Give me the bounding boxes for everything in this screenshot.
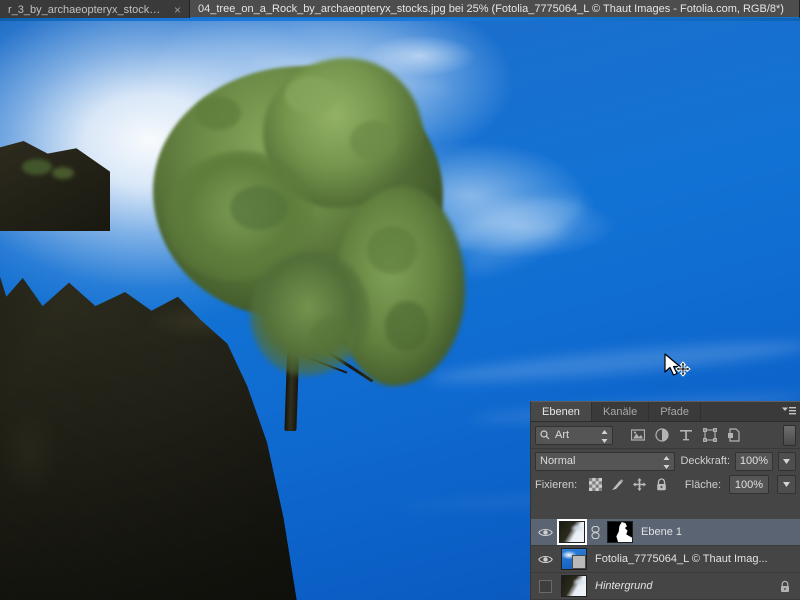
layer-name[interactable]: Hintergrund [595, 580, 779, 592]
layer-locked-icon [781, 580, 789, 592]
foliage-cluster [350, 121, 398, 161]
shrub [52, 167, 74, 179]
filter-pixel-icon[interactable] [631, 428, 645, 442]
smart-object-badge [572, 555, 586, 569]
lock-label: Fixieren: [535, 478, 578, 491]
layer-list: Ebene 1 Fotolia_7775064_L © Thaut Imag..… [531, 519, 800, 600]
opacity-value: 100% [739, 455, 769, 467]
table-row[interactable]: Hintergrund [531, 573, 800, 600]
layer-mask-thumbnail[interactable] [607, 521, 633, 543]
document-tab-bar: r_3_by_archaeopteryx_stocks.jpg × 04_tre… [0, 0, 800, 20]
layer-name[interactable]: Fotolia_7775064_L © Thaut Imag... [595, 553, 800, 565]
active-tab-underline [0, 18, 800, 21]
move-tool-cursor [664, 353, 691, 377]
document-tab-2-title: 04_tree_on_a_Rock_by_archaeopteryx_stock… [198, 2, 784, 15]
foliage-cluster [230, 186, 288, 230]
eye-off-icon [538, 579, 552, 593]
shrub [22, 159, 52, 175]
filter-icon-group [631, 428, 741, 442]
lock-all-icon[interactable] [655, 478, 668, 491]
tab-pfade-label: Pfade [660, 405, 689, 418]
layer-thumbnail[interactable] [557, 519, 587, 545]
stepper-icon[interactable] [663, 455, 670, 469]
filter-smartobject-icon[interactable] [727, 428, 741, 442]
eye-icon [537, 528, 553, 536]
foliage-cluster [175, 216, 215, 250]
opacity-dropdown-button[interactable] [777, 451, 796, 471]
lock-image-icon[interactable] [611, 478, 624, 491]
stepper-icon[interactable] [601, 429, 608, 443]
layer-visibility-toggle[interactable] [533, 579, 557, 593]
foliage-cluster [195, 96, 241, 130]
opacity-label: Deckkraft: [680, 455, 730, 467]
tab-ebenen-label: Ebenen [542, 405, 580, 418]
layer-thumbnail[interactable] [561, 548, 587, 570]
fill-dropdown-button[interactable] [777, 475, 796, 494]
foliage-cluster [367, 226, 417, 274]
fill-input[interactable]: 100% [729, 475, 769, 494]
filter-type-icon[interactable] [679, 428, 693, 442]
panel-tab-strip: Ebenen Kanäle Pfade [531, 402, 800, 422]
filter-shape-icon[interactable] [703, 428, 717, 442]
lock-transparency-icon[interactable] [589, 478, 603, 491]
fill-label: Fläche: [684, 478, 721, 491]
layer-thumbnail[interactable] [561, 575, 587, 597]
table-row[interactable]: Ebene 1 [531, 519, 800, 546]
tab-ebenen[interactable]: Ebenen [531, 402, 592, 421]
table-row[interactable]: Fotolia_7775064_L © Thaut Imag... [531, 546, 800, 573]
blend-mode-value: Normal [540, 455, 576, 467]
document-tab-1[interactable]: r_3_by_archaeopteryx_stocks.jpg × [0, 0, 190, 19]
layer-name[interactable]: Ebene 1 [641, 526, 800, 538]
eye-icon [537, 555, 553, 563]
search-icon [540, 430, 550, 440]
filter-kind-label: Art [555, 429, 570, 441]
filter-enable-toggle[interactable] [783, 424, 796, 446]
lock-position-icon[interactable] [633, 478, 647, 491]
link-icon[interactable] [590, 525, 601, 539]
close-icon[interactable]: × [174, 4, 181, 16]
layers-panel: Ebenen Kanäle Pfade Art Normal Deckkraft… [530, 401, 800, 600]
filter-kind-select[interactable]: Art [535, 425, 613, 445]
tab-kanaele[interactable]: Kanäle [592, 402, 650, 421]
lock-row: Fixieren: Fläche: 100% [531, 473, 800, 496]
chevron-down-icon [783, 458, 791, 464]
photoshop-window: r_3_by_archaeopteryx_stocks.jpg × 04_tre… [0, 0, 800, 600]
filter-adjustment-icon[interactable] [655, 428, 669, 442]
foliage-cluster [385, 301, 429, 351]
document-tab-1-title: r_3_by_archaeopteryx_stocks.jpg [8, 3, 165, 16]
panel-menu-icon[interactable] [782, 406, 796, 417]
layer-mask-shape [616, 522, 632, 542]
blend-mode-select[interactable]: Normal [535, 451, 676, 471]
foliage-cluster [310, 316, 356, 358]
chevron-down-icon [783, 482, 790, 487]
layer-filter-row: Art [531, 422, 800, 449]
foliage-cluster [285, 76, 337, 114]
tab-pfade[interactable]: Pfade [649, 402, 701, 421]
tab-kanaele-label: Kanäle [602, 405, 638, 418]
layer-visibility-toggle[interactable] [533, 554, 557, 565]
fill-value: 100% [734, 478, 764, 491]
lock-icon-group [589, 478, 668, 491]
blend-mode-row: Normal Deckkraft: 100% [531, 449, 800, 473]
document-tab-2[interactable]: 04_tree_on_a_Rock_by_archaeopteryx_stock… [190, 0, 800, 19]
opacity-input[interactable]: 100% [735, 451, 773, 471]
layer-visibility-toggle[interactable] [533, 527, 557, 538]
